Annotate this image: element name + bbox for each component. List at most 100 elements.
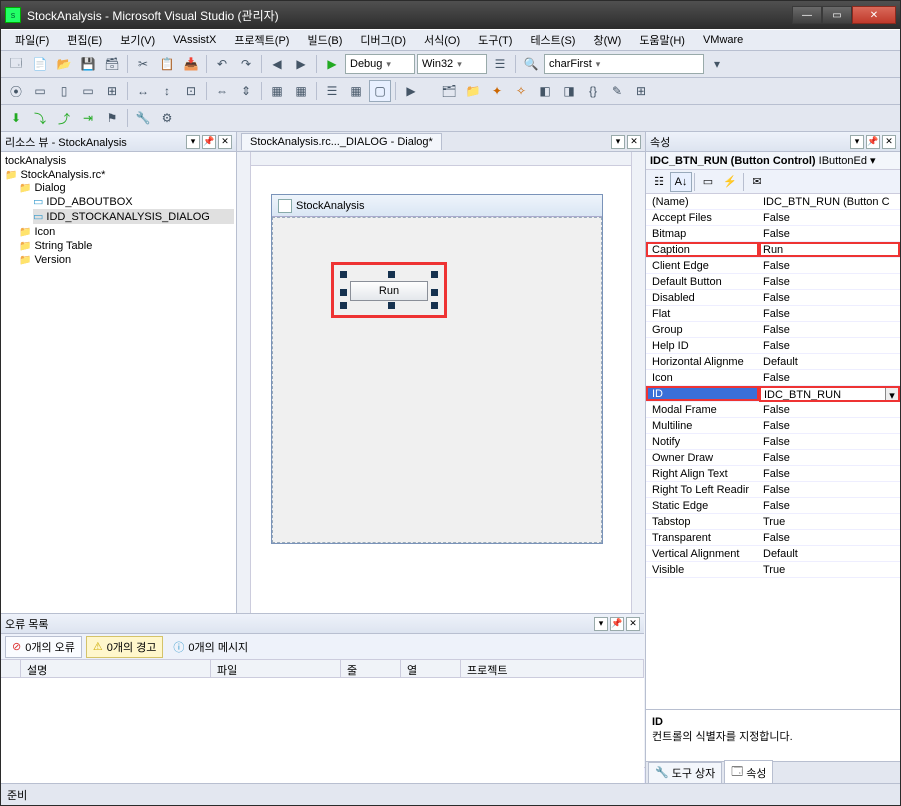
tab-toolbox[interactable]: 🔧 도구 상자 (648, 762, 722, 784)
filter-errors[interactable]: ⊘0개의 오류 (5, 636, 82, 658)
filter-warnings[interactable]: ⚠0개의 경고 (86, 636, 164, 658)
vax-icon-7[interactable]: {} (582, 80, 604, 102)
add-item-icon[interactable]: 📄 (29, 53, 51, 75)
resize-handle[interactable] (340, 271, 347, 278)
property-value[interactable]: False (759, 418, 900, 433)
debug-icon-4[interactable]: ⇥ (77, 107, 99, 129)
start-debug-icon[interactable]: ▶ (321, 53, 343, 75)
property-value[interactable]: False (759, 290, 900, 305)
tree-dlg-about[interactable]: IDD_ABOUTBOX (46, 196, 132, 208)
pane-pin-icon[interactable]: 📌 (202, 135, 216, 149)
property-value[interactable]: Default (759, 354, 900, 369)
debug-icon-6[interactable]: 🔧 (132, 107, 154, 129)
property-row[interactable]: IDIDC_BTN_RUN▾ (646, 386, 900, 402)
property-value[interactable]: False (759, 338, 900, 353)
debug-icon-7[interactable]: ⚙ (156, 107, 178, 129)
resize-handle[interactable] (431, 302, 438, 309)
center-h-icon[interactable]: ▦ (266, 80, 288, 102)
property-row[interactable]: Client EdgeFalse (646, 258, 900, 274)
undo-icon[interactable]: ↶ (211, 53, 233, 75)
menu-help[interactable]: 도움말(H) (631, 30, 693, 50)
messages-icon[interactable]: ✉ (746, 172, 768, 192)
menu-test[interactable]: 테스트(S) (522, 30, 583, 50)
property-row[interactable]: CaptionRun (646, 242, 900, 258)
property-row[interactable]: (Name)IDC_BTN_RUN (Button C (646, 194, 900, 210)
property-value[interactable]: True (759, 514, 900, 529)
property-value[interactable]: False (759, 258, 900, 273)
property-value[interactable]: False (759, 370, 900, 385)
tree-dlg-stock[interactable]: IDD_STOCKANALYSIS_DIALOG (46, 211, 209, 223)
pane-close-icon[interactable]: ✕ (218, 135, 232, 149)
align-left-icon[interactable]: ⦿ (5, 80, 27, 102)
property-value[interactable]: False (759, 322, 900, 337)
col-description[interactable]: 설명 (21, 660, 211, 677)
menu-format[interactable]: 서식(O) (416, 30, 468, 50)
err-close-icon[interactable]: ✕ (626, 617, 640, 631)
property-row[interactable]: Horizontal AlignmeDefault (646, 354, 900, 370)
property-row[interactable]: Default ButtonFalse (646, 274, 900, 290)
save-icon[interactable]: 💾 (77, 53, 99, 75)
dialog-preview[interactable]: StockAnalysis Run (271, 194, 603, 544)
vax-icon-5[interactable]: ◧ (534, 80, 556, 102)
space-v-icon[interactable]: ⇕ (235, 80, 257, 102)
property-row[interactable]: Right To Left ReadirFalse (646, 482, 900, 498)
resize-handle[interactable] (388, 271, 395, 278)
find-files-icon[interactable]: 🔍 (520, 53, 542, 75)
err-dropdown-icon[interactable]: ▾ (594, 617, 608, 631)
property-value[interactable]: False (759, 434, 900, 449)
menu-build[interactable]: 빌드(B) (299, 30, 350, 50)
alphabetical-icon[interactable]: A↓ (670, 172, 692, 192)
prop-pin-icon[interactable]: 📌 (866, 135, 880, 149)
resize-handle[interactable] (431, 289, 438, 296)
property-row[interactable]: NotifyFalse (646, 434, 900, 450)
vax-icon-9[interactable]: ⊞ (630, 80, 652, 102)
tree-version[interactable]: Version (34, 254, 71, 266)
save-all-icon[interactable]: 🗃 (101, 53, 123, 75)
vax-icon-2[interactable]: 📁 (462, 80, 484, 102)
menu-vassistx[interactable]: VAssistX (165, 32, 224, 48)
debug-icon-1[interactable]: ⬇ (5, 107, 27, 129)
property-value[interactable]: False (759, 402, 900, 417)
doc-close-icon[interactable]: ✕ (627, 135, 641, 149)
tree-string[interactable]: String Table (34, 240, 92, 252)
property-row[interactable]: FlatFalse (646, 306, 900, 322)
nav-fwd-icon[interactable]: ▶ (290, 53, 312, 75)
vax-icon-3[interactable]: ✦ (486, 80, 508, 102)
vax-icon-1[interactable]: 🗂 (438, 80, 460, 102)
maximize-button[interactable]: ▭ (822, 6, 852, 24)
property-row[interactable]: DisabledFalse (646, 290, 900, 306)
property-value[interactable]: False (759, 306, 900, 321)
property-value[interactable]: True (759, 562, 900, 577)
menu-window[interactable]: 창(W) (585, 30, 629, 50)
property-value[interactable]: Default (759, 546, 900, 561)
categorized-icon[interactable]: ☷ (648, 172, 670, 192)
new-project-icon[interactable]: 🗔 (5, 53, 27, 75)
paste-icon[interactable]: 📥 (180, 53, 202, 75)
minimize-button[interactable]: — (792, 6, 822, 24)
run-button[interactable]: Run (350, 281, 428, 301)
align-icon-7[interactable]: ⊡ (180, 80, 202, 102)
close-button[interactable]: ✕ (852, 6, 896, 24)
resize-handle[interactable] (340, 289, 347, 296)
property-row[interactable]: Owner DrawFalse (646, 450, 900, 466)
col-line[interactable]: 줄 (341, 660, 401, 677)
space-h-icon[interactable]: ⇔ (211, 80, 233, 102)
menu-view[interactable]: 보기(V) (112, 30, 163, 50)
tree-root[interactable]: tockAnalysis (5, 154, 234, 168)
property-row[interactable]: IconFalse (646, 370, 900, 386)
vax-icon-8[interactable]: ✎ (606, 80, 628, 102)
col-project[interactable]: 프로젝트 (461, 660, 644, 677)
property-value[interactable]: IDC_BTN_RUN▾ (759, 386, 900, 402)
align-icon-5[interactable]: ↔ (132, 80, 154, 102)
properties-object-combo[interactable]: IDC_BTN_RUN (Button Control) IButtonEd ▾ (646, 152, 900, 170)
align-icon-1[interactable]: ▭ (29, 80, 51, 102)
err-pin-icon[interactable]: 📌 (610, 617, 624, 631)
platform-combo[interactable]: Win32▾ (417, 54, 487, 74)
vax-icon-6[interactable]: ◨ (558, 80, 580, 102)
tab-order-icon[interactable]: ☰ (321, 80, 343, 102)
nav-back-icon[interactable]: ◀ (266, 53, 288, 75)
property-row[interactable]: TabstopTrue (646, 514, 900, 530)
property-row[interactable]: Modal FrameFalse (646, 402, 900, 418)
property-row[interactable]: Help IDFalse (646, 338, 900, 354)
prop-dropdown-icon[interactable]: ▾ (850, 135, 864, 149)
